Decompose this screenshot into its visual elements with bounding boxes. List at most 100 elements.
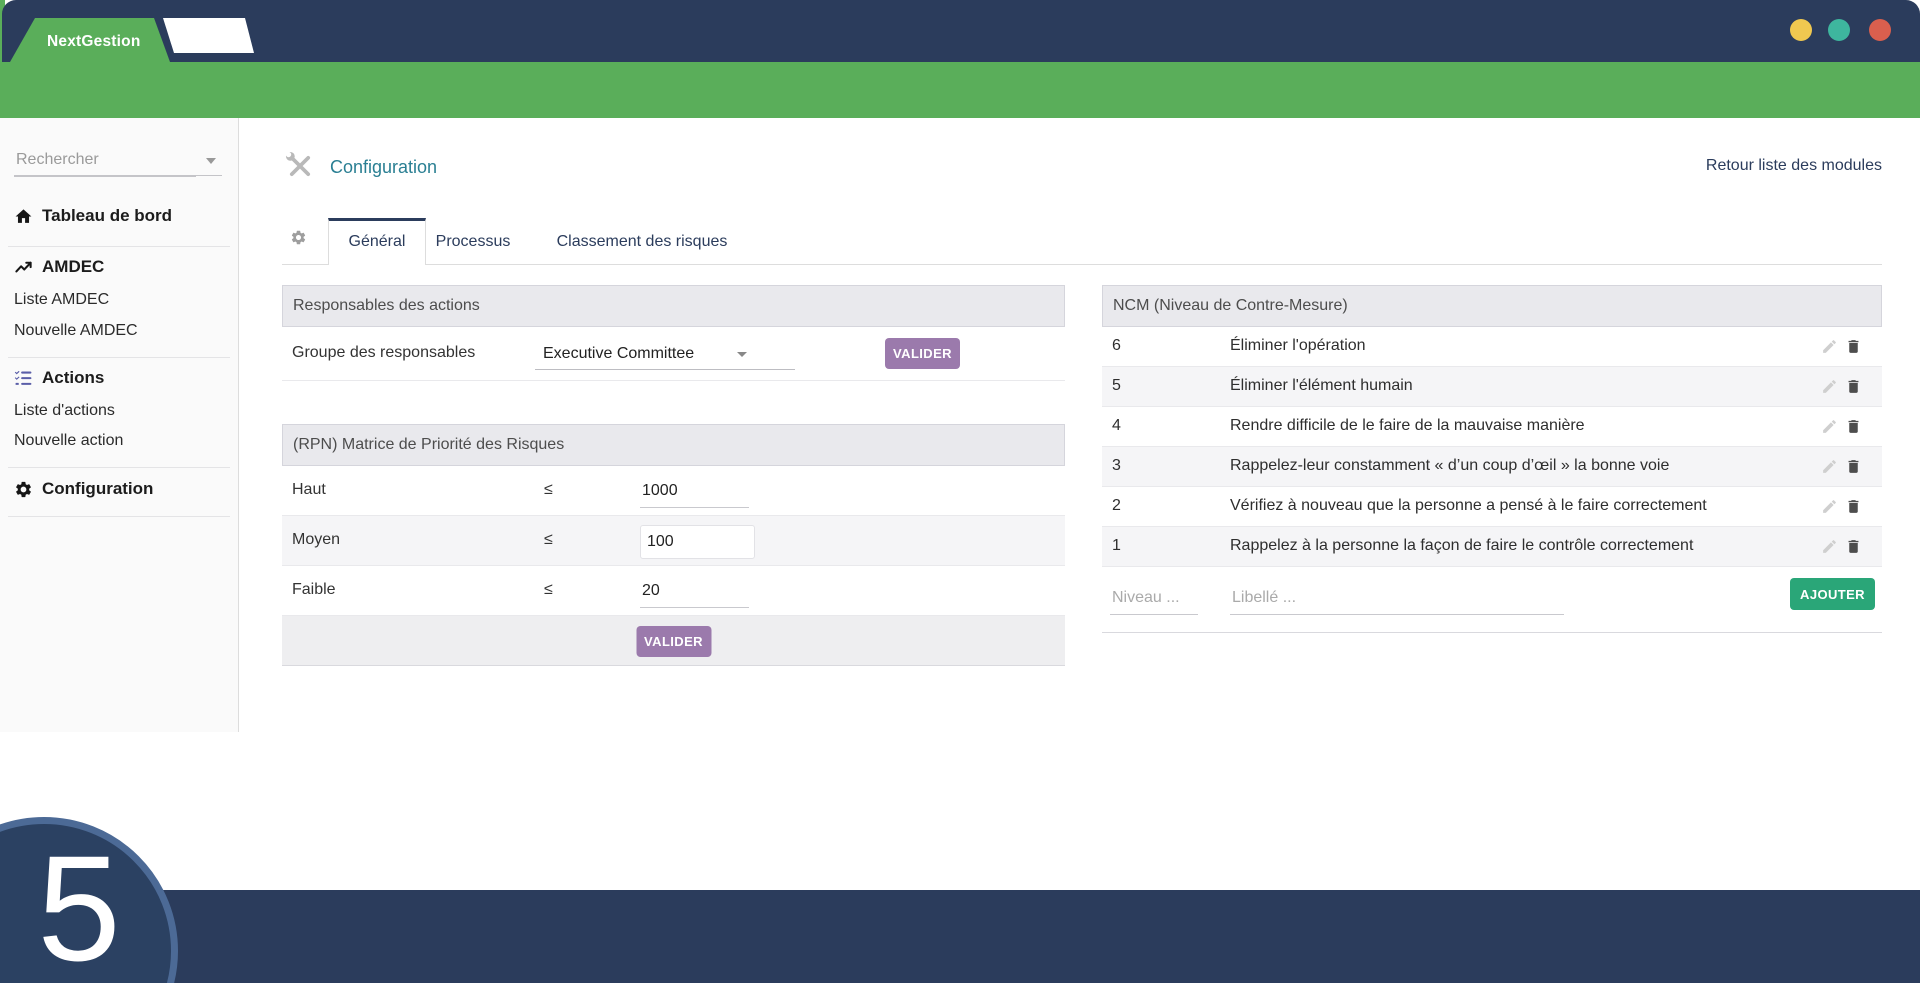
brand-logo[interactable]: NextGestion <box>47 33 141 51</box>
sidebar-item-configuration[interactable]: Configuration <box>14 479 153 499</box>
ajouter-button[interactable]: AJOUTER <box>1790 578 1875 610</box>
lte-symbol: ≤ <box>544 531 553 548</box>
brand-tab-shapes <box>10 18 254 62</box>
ncm-level: 1 <box>1112 537 1121 554</box>
panel-header: Responsables des actions <box>282 285 1065 327</box>
panel-header: (RPN) Matrice de Priorité des Risques <box>282 424 1065 466</box>
lte-symbol: ≤ <box>544 581 553 598</box>
rpn-footer-row: VALIDER <box>282 616 1065 666</box>
edit-icon[interactable] <box>1821 378 1838 400</box>
edit-icon[interactable] <box>1821 498 1838 520</box>
page-title: Configuration <box>330 157 438 177</box>
sidebar-item-liste-actions[interactable]: Liste d'actions <box>14 402 115 420</box>
sidebar-item-label: Actions <box>42 368 105 387</box>
sidebar-item-nouvelle-action[interactable]: Nouvelle action <box>14 432 123 450</box>
sidebar-item-label: AMDEC <box>42 257 105 276</box>
trash-icon[interactable] <box>1845 458 1862 480</box>
chart-line-icon <box>15 261 32 272</box>
ncm-level-input[interactable] <box>1110 582 1198 615</box>
rpn-haut-input[interactable] <box>640 475 749 508</box>
valider-responsables-button[interactable]: VALIDER <box>885 338 960 369</box>
sidebar-divider <box>8 467 230 468</box>
page-number: 5 <box>37 824 121 983</box>
tab-general[interactable]: Général <box>328 218 426 265</box>
ncm-row: 5 Éliminer l'élément humain <box>1102 367 1882 407</box>
ncm-label-input[interactable] <box>1230 582 1564 615</box>
ncm-level: 6 <box>1112 337 1121 354</box>
ncm-level: 2 <box>1112 497 1121 514</box>
main-navbar <box>0 62 1920 162</box>
select-value: Executive Committee <box>543 345 695 362</box>
chevron-down-icon <box>737 352 747 357</box>
nav-pill-placeholder-7[interactable] <box>885 148 994 162</box>
rpn-row-label: Haut <box>292 481 326 498</box>
gear-icon <box>16 481 31 497</box>
nav-pill-placeholder-5[interactable] <box>606 148 714 162</box>
edit-icon[interactable] <box>1821 458 1838 480</box>
trash-icon[interactable] <box>1845 418 1862 440</box>
ncm-level: 3 <box>1112 457 1121 474</box>
sidebar-item-label: Tableau de bord <box>42 206 173 225</box>
trash-icon[interactable] <box>1845 338 1862 360</box>
responsables-row: Groupe des responsables Executive Commit… <box>282 327 1065 381</box>
sidebar-search[interactable] <box>14 144 224 177</box>
edit-icon[interactable] <box>1821 538 1838 560</box>
sidebar-item-label: Configuration <box>42 479 154 498</box>
ncm-label: Rendre difficile de le faire de la mauva… <box>1230 417 1585 434</box>
sidebar-item-nouvelle-amdec[interactable]: Nouvelle AMDEC <box>14 322 138 340</box>
trash-icon[interactable] <box>1845 538 1862 560</box>
ncm-label: Éliminer l'élément humain <box>1230 377 1413 394</box>
app-window: NextGestion Tableau de bord <box>0 0 1920 983</box>
rpn-row-label: Moyen <box>292 531 341 548</box>
rpn-row-label: Faible <box>292 581 336 598</box>
tasks-icon <box>14 370 32 385</box>
ncm-level: 4 <box>1112 417 1121 434</box>
rpn-moyen-input[interactable] <box>640 525 755 559</box>
window-dot-red[interactable] <box>1869 19 1891 41</box>
sidebar-item-actions[interactable]: Actions <box>14 368 104 388</box>
rpn-row-haut: Haut ≤ <box>282 466 1065 516</box>
field-label: Groupe des responsables <box>292 344 476 361</box>
nav-pill-placeholder-4[interactable] <box>465 148 572 162</box>
rpn-faible-input[interactable] <box>640 575 749 608</box>
edit-icon[interactable] <box>1821 418 1838 440</box>
search-underline <box>14 175 222 176</box>
sidebar-item-liste-amdec[interactable]: Liste AMDEC <box>14 291 109 309</box>
ncm-label: Rappelez à la personne la façon de faire… <box>1230 537 1694 554</box>
rpn-panel: (RPN) Matrice de Priorité des Risques Ha… <box>282 424 1065 666</box>
app-header: NextGestion <box>2 0 1920 62</box>
ncm-level: 5 <box>1112 377 1121 394</box>
panel-header: NCM (Niveau de Contre-Mesure) <box>1102 285 1882 327</box>
window-dot-yellow[interactable] <box>1790 19 1812 41</box>
sidebar-divider <box>8 516 230 517</box>
tab-classement-des-risques[interactable]: Classement des risques <box>522 218 762 265</box>
sidebar: Tableau de bord AMDEC Liste AMDEC Nouvel… <box>0 118 239 732</box>
ncm-row: 2 Vérifiez à nouveau que la personne a p… <box>1102 487 1882 527</box>
tab-processus[interactable]: Processus <box>424 218 522 265</box>
ncm-row: 1 Rappelez à la personne la façon de fai… <box>1102 527 1882 567</box>
nav-pill-placeholder-6[interactable] <box>746 148 853 162</box>
edit-icon[interactable] <box>1821 338 1838 360</box>
tools-icon <box>285 151 311 177</box>
gear-icon <box>291 230 306 245</box>
trash-icon[interactable] <box>1845 378 1862 400</box>
ncm-row: 3 Rappelez-leur constamment « d’un coup … <box>1102 447 1882 487</box>
ncm-label: Rappelez-leur constamment « d’un coup d’… <box>1230 457 1670 474</box>
ncm-label: Éliminer l'opération <box>1230 337 1366 354</box>
responsables-select[interactable]: Executive Committee <box>535 339 795 370</box>
ncm-row: 6 Éliminer l'opération <box>1102 327 1882 367</box>
footer-band <box>0 890 1920 983</box>
search-input[interactable] <box>14 144 196 177</box>
valider-rpn-button[interactable]: VALIDER <box>636 626 711 657</box>
lte-symbol: ≤ <box>544 481 553 498</box>
ncm-add-row: AJOUTER <box>1102 567 1882 633</box>
rpn-row-moyen: Moyen ≤ <box>282 516 1065 566</box>
trash-icon[interactable] <box>1845 498 1862 520</box>
back-to-modules-link[interactable]: Retour liste des modules <box>1706 157 1882 175</box>
sidebar-item-dashboard[interactable]: Tableau de bord <box>14 206 172 226</box>
sidebar-item-amdec[interactable]: AMDEC <box>14 257 104 277</box>
sidebar-divider <box>8 246 230 247</box>
chevron-down-icon <box>206 158 216 164</box>
rpn-row-faible: Faible ≤ <box>282 566 1065 616</box>
window-dot-teal[interactable] <box>1828 19 1850 41</box>
